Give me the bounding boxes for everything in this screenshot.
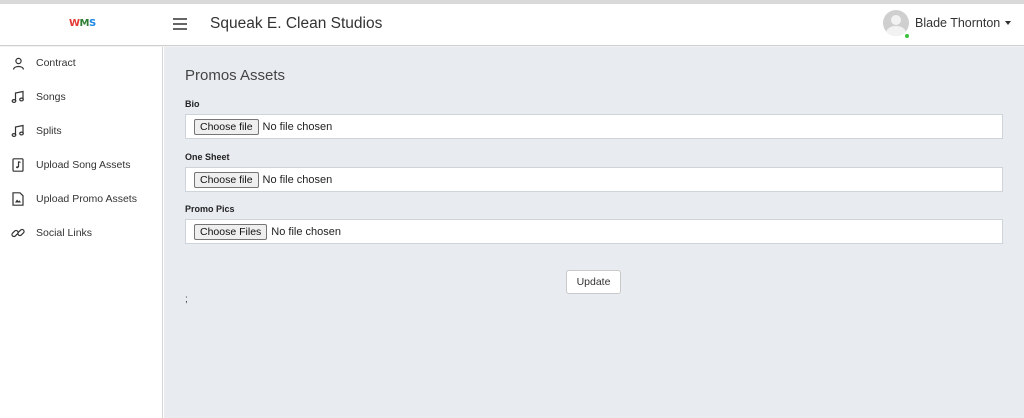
music-note-icon bbox=[11, 90, 25, 104]
music-file-icon bbox=[11, 158, 25, 172]
sidebar: Contract Songs Splits Upload Song Assets… bbox=[0, 47, 163, 418]
caret-down-icon[interactable] bbox=[1005, 21, 1012, 25]
sidebar-item-label: Contract bbox=[36, 57, 76, 69]
user-icon bbox=[11, 56, 25, 70]
one-sheet-label: One Sheet bbox=[185, 152, 230, 162]
app-title: Squeak E. Clean Studios bbox=[210, 15, 383, 32]
logo[interactable]: WMS bbox=[69, 18, 96, 29]
page-title: Promos Assets bbox=[185, 67, 286, 84]
promo-pics-label: Promo Pics bbox=[185, 204, 235, 214]
bio-label: Bio bbox=[185, 99, 200, 109]
file-status-text: No file chosen bbox=[262, 173, 333, 186]
sidebar-item-label: Upload Promo Assets bbox=[36, 193, 137, 205]
file-status-text: No file chosen bbox=[262, 120, 333, 133]
choose-file-button[interactable]: Choose file bbox=[194, 171, 259, 188]
sidebar-item-label: Songs bbox=[36, 91, 66, 103]
update-button[interactable]: Update bbox=[566, 270, 621, 294]
user-menu[interactable]: Blade Thornton bbox=[883, 8, 1012, 38]
sidebar-item-label: Upload Song Assets bbox=[36, 159, 131, 171]
sidebar-item-songs[interactable]: Songs bbox=[0, 85, 163, 109]
link-icon bbox=[11, 226, 25, 240]
choose-file-button[interactable]: Choose file bbox=[194, 118, 259, 135]
music-note-icon bbox=[11, 124, 25, 138]
image-file-icon bbox=[11, 192, 25, 206]
main-content: Promos Assets Bio Choose file No file ch… bbox=[164, 47, 1024, 418]
promo-pics-file-input[interactable]: Choose Files No file chosen bbox=[185, 219, 1003, 244]
top-header: WMS Squeak E. Clean Studios bbox=[0, 4, 1024, 46]
user-name[interactable]: Blade Thornton bbox=[915, 16, 1000, 30]
sidebar-item-label: Social Links bbox=[36, 227, 93, 239]
logo-letter-s: S bbox=[88, 18, 96, 29]
logo-letter-w: W bbox=[69, 18, 80, 29]
sidebar-item-upload-song-assets[interactable]: Upload Song Assets bbox=[0, 153, 163, 177]
stray-text: ; bbox=[185, 294, 188, 305]
hamburger-icon[interactable] bbox=[173, 18, 187, 30]
sidebar-item-social-links[interactable]: Social Links bbox=[0, 221, 163, 245]
sidebar-item-label: Splits bbox=[36, 125, 62, 137]
bio-file-input[interactable]: Choose file No file chosen bbox=[185, 114, 1003, 139]
sidebar-item-splits[interactable]: Splits bbox=[0, 119, 163, 143]
logo-letter-m: M bbox=[79, 18, 90, 29]
sidebar-item-contract[interactable]: Contract bbox=[0, 51, 163, 75]
avatar-icon[interactable] bbox=[883, 10, 909, 36]
online-status-icon bbox=[904, 33, 910, 39]
choose-files-button[interactable]: Choose Files bbox=[194, 223, 268, 240]
one-sheet-file-input[interactable]: Choose file No file chosen bbox=[185, 167, 1003, 192]
sidebar-item-upload-promo-assets[interactable]: Upload Promo Assets bbox=[0, 187, 163, 211]
file-status-text: No file chosen bbox=[271, 225, 341, 238]
